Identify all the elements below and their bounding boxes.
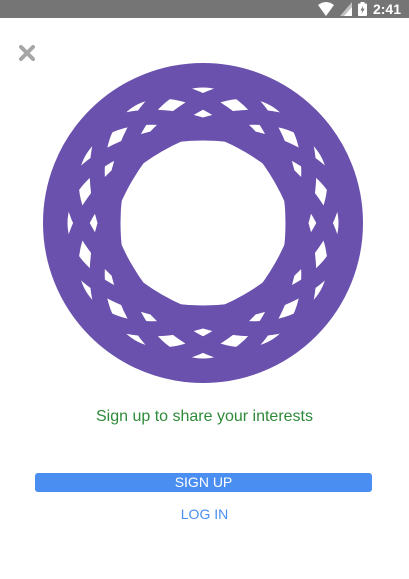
- status-bar: 2:41: [0, 0, 409, 18]
- interests-logo-icon: [43, 63, 363, 383]
- sign-up-screen: 2:41 Sign up to share your interests SIG…: [0, 0, 409, 579]
- status-time: 2:41: [372, 1, 401, 17]
- sign-up-button[interactable]: SIGN UP: [35, 473, 372, 492]
- log-in-link[interactable]: LOG IN: [0, 506, 409, 522]
- battery-charging-icon: [357, 2, 367, 16]
- status-icons: 2:41: [317, 0, 401, 18]
- tagline: Sign up to share your interests: [95, 408, 313, 425]
- close-icon: [19, 45, 35, 61]
- close-button[interactable]: [14, 40, 40, 66]
- wifi-icon: [317, 2, 334, 16]
- signal-icon: [339, 2, 352, 16]
